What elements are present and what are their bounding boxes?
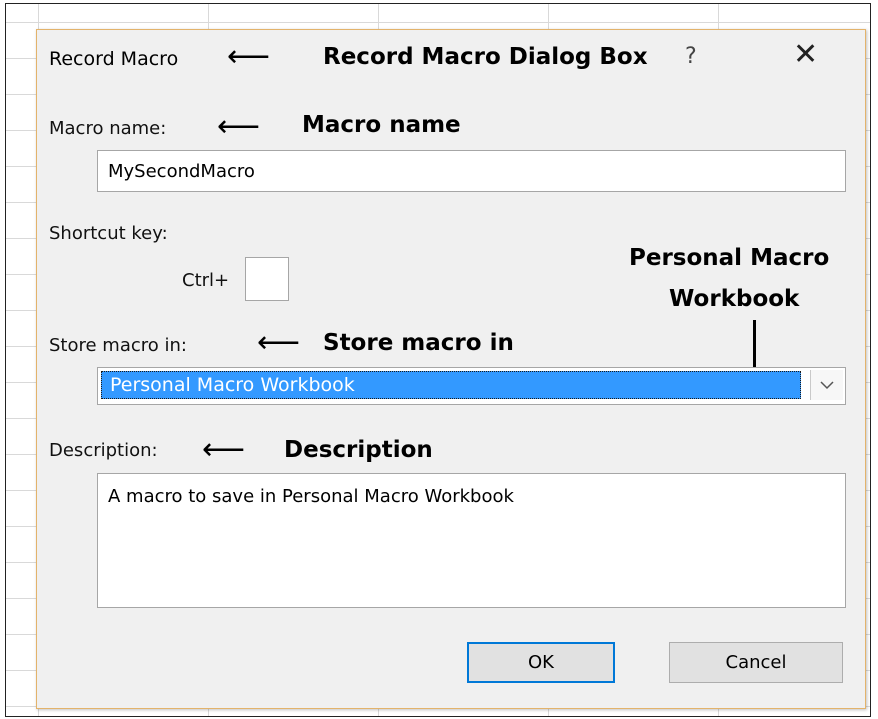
ok-button[interactable]: OK — [467, 642, 615, 683]
annotation-store-macro-in: Store macro in — [323, 330, 514, 356]
store-macro-select[interactable]: Personal Macro Workbook — [97, 367, 846, 405]
dropdown-button[interactable] — [810, 370, 843, 400]
annotation-personal-macro-line1: Personal Macro — [629, 245, 830, 271]
dialog-title: Record Macro — [49, 48, 179, 70]
store-macro-selected-value: Personal Macro Workbook — [101, 371, 801, 399]
close-icon[interactable]: ✕ — [793, 40, 818, 70]
annotation-macro-name: Macro name — [302, 112, 461, 138]
description-label: Description: — [49, 440, 158, 461]
description-value: A macro to save in Personal Macro Workbo… — [108, 486, 514, 507]
shortcut-key-input[interactable] — [245, 257, 289, 301]
shortcut-key-label: Shortcut key: — [49, 223, 168, 244]
store-macro-label: Store macro in: — [49, 335, 187, 356]
record-macro-dialog: Record Macro ⟵ Record Macro Dialog Box ?… — [36, 29, 866, 709]
macro-name-label: Macro name: — [49, 118, 167, 139]
annotation-dialog-box: Record Macro Dialog Box — [323, 44, 648, 70]
chevron-down-icon — [820, 381, 834, 390]
help-button[interactable]: ? — [685, 44, 697, 69]
cancel-button[interactable]: Cancel — [669, 642, 843, 683]
ok-button-label: OK — [528, 652, 554, 673]
left-arrow-icon: ⟵ — [257, 325, 301, 360]
screenshot-frame: Record Macro ⟵ Record Macro Dialog Box ?… — [5, 3, 871, 717]
left-arrow-icon: ⟵ — [227, 39, 271, 74]
ctrl-label: Ctrl+ — [182, 270, 230, 291]
description-textarea[interactable]: A macro to save in Personal Macro Workbo… — [97, 473, 846, 608]
cancel-button-label: Cancel — [725, 652, 787, 673]
macro-name-input[interactable]: MySecondMacro — [97, 150, 846, 192]
annotation-personal-macro-line2: Workbook — [669, 286, 800, 312]
left-arrow-icon: ⟵ — [217, 109, 261, 144]
left-arrow-icon: ⟵ — [202, 432, 246, 467]
macro-name-value: MySecondMacro — [108, 160, 255, 182]
annotation-description: Description — [284, 437, 433, 463]
